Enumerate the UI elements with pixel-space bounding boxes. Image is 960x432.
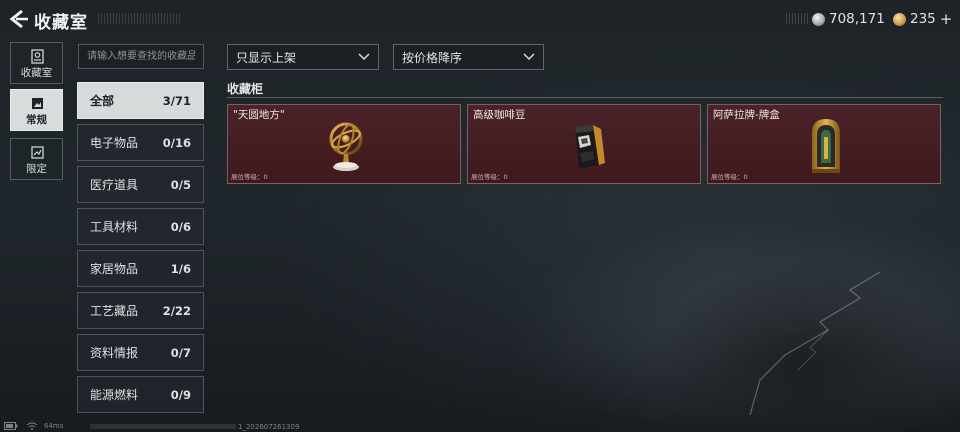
sort-value: 按价格降序 bbox=[402, 50, 463, 65]
category-count: 0/6 bbox=[170, 219, 191, 234]
rail-item-regular[interactable]: 常规 bbox=[10, 89, 63, 131]
status-bar: 64ms bbox=[4, 421, 63, 431]
cabinet-title: 收藏柜 bbox=[227, 82, 264, 96]
gold-currency[interactable]: 235 + bbox=[893, 9, 952, 29]
add-currency-button[interactable]: + bbox=[940, 10, 953, 28]
category-label: 能源燃料 bbox=[90, 388, 139, 402]
collection-item-card[interactable]: 阿萨拉牌-牌盒 展位等级：0 bbox=[707, 104, 941, 184]
item-level: 展位等级：0 bbox=[231, 173, 268, 181]
category-all[interactable]: 全部 3/71 bbox=[77, 82, 204, 119]
category-intel[interactable]: 资料情报 0/7 bbox=[77, 334, 204, 371]
wifi-icon bbox=[26, 422, 38, 430]
category-tools[interactable]: 工具材料 0/6 bbox=[77, 208, 204, 245]
category-label: 工具材料 bbox=[90, 220, 139, 234]
build-info-bar bbox=[90, 424, 236, 429]
top-bar: 收藏室 708,171 235 + bbox=[0, 0, 960, 38]
page-title: 收藏室 bbox=[34, 13, 88, 33]
category-crafts[interactable]: 工艺藏品 2/22 bbox=[77, 292, 204, 329]
collection-item-card[interactable]: 高级咖啡豆 展位等级：0 bbox=[467, 104, 701, 184]
category-energy[interactable]: 能源燃料 0/9 bbox=[77, 376, 204, 413]
silver-balance: 708,171 bbox=[829, 11, 885, 27]
category-label: 家居物品 bbox=[90, 262, 139, 276]
build-number: 1_202607261309 bbox=[238, 423, 300, 431]
category-count: 0/7 bbox=[170, 345, 191, 360]
item-name: 高级咖啡豆 bbox=[473, 109, 526, 121]
battery-icon bbox=[4, 422, 18, 430]
silver-currency: 708,171 bbox=[812, 9, 885, 29]
category-medical[interactable]: 医疗道具 0/5 bbox=[77, 166, 204, 203]
lightning-decoration bbox=[749, 271, 881, 416]
category-count: 3/71 bbox=[162, 93, 191, 108]
shelf-filter-value: 只显示上架 bbox=[236, 50, 297, 65]
search-input[interactable] bbox=[78, 44, 204, 69]
armillary-sphere-icon bbox=[329, 122, 363, 171]
chevron-down-icon bbox=[523, 53, 535, 61]
currency-decoration bbox=[786, 13, 810, 24]
collection-item-card[interactable]: "天圆地方" 展位等级：0 bbox=[227, 104, 461, 184]
rail-label-regular: 常规 bbox=[26, 114, 47, 126]
category-household[interactable]: 家居物品 1/6 bbox=[77, 250, 204, 287]
category-electronics[interactable]: 电子物品 0/16 bbox=[77, 124, 204, 161]
rail-item-limited[interactable]: 限定 bbox=[10, 138, 63, 180]
item-level: 展位等级：0 bbox=[471, 173, 508, 181]
item-name: 阿萨拉牌-牌盒 bbox=[713, 109, 780, 121]
rail-label-limited: 限定 bbox=[26, 163, 47, 175]
rail-item-collection-room[interactable]: 收藏室 bbox=[10, 42, 63, 84]
category-count: 0/16 bbox=[162, 135, 191, 150]
coffee-bag-icon bbox=[575, 125, 605, 169]
category-count: 2/22 bbox=[162, 303, 191, 318]
category-label: 工艺藏品 bbox=[90, 304, 139, 318]
category-count: 0/5 bbox=[170, 177, 191, 192]
rail-label-collection-room: 收藏室 bbox=[20, 67, 53, 79]
category-label: 资料情报 bbox=[90, 346, 139, 360]
shelf-filter-dropdown[interactable]: 只显示上架 bbox=[227, 44, 379, 70]
category-count: 1/6 bbox=[170, 261, 191, 276]
gold-balance: 235 bbox=[910, 11, 936, 27]
collection-room-icon bbox=[31, 49, 44, 64]
category-label: 电子物品 bbox=[90, 136, 139, 150]
item-level: 展位等级：0 bbox=[711, 173, 748, 181]
item-name: "天圆地方" bbox=[233, 109, 285, 121]
ping-value: 64ms bbox=[44, 422, 64, 430]
sort-dropdown[interactable]: 按价格降序 bbox=[393, 44, 544, 70]
regular-icon bbox=[32, 98, 43, 109]
gold-coin-icon bbox=[893, 12, 906, 26]
category-count: 0/9 bbox=[170, 387, 191, 402]
limited-icon bbox=[31, 146, 44, 159]
card-box-icon bbox=[812, 119, 840, 173]
title-decoration bbox=[98, 13, 182, 24]
category-label: 医疗道具 bbox=[90, 178, 139, 192]
category-label: 全部 bbox=[90, 94, 115, 108]
silver-coin-icon bbox=[812, 12, 825, 26]
chevron-down-icon bbox=[358, 53, 370, 61]
cabinet-divider bbox=[227, 97, 943, 98]
back-arrow-icon[interactable] bbox=[8, 9, 30, 29]
